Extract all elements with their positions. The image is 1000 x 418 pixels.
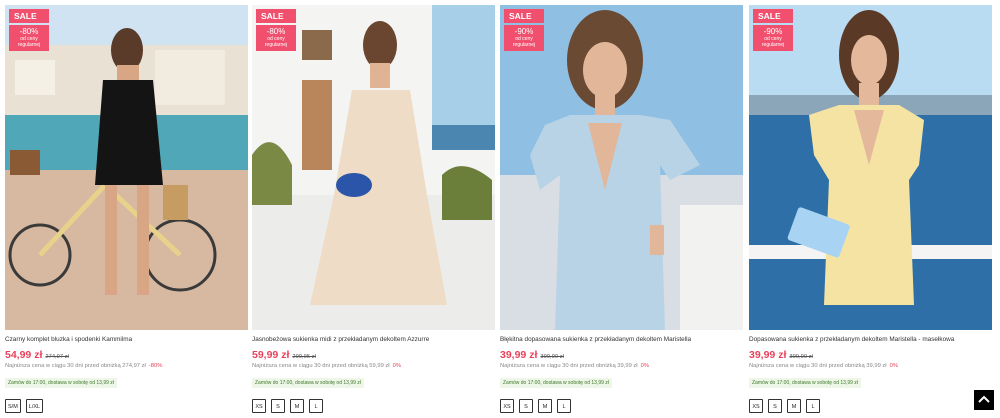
size-options: XS S M L [500, 395, 743, 413]
discount-value: -80% [266, 27, 286, 36]
scroll-to-top-button[interactable] [974, 390, 994, 410]
discount-badge: -90% od ceny regularnej [504, 25, 544, 51]
discount-value: -90% [514, 27, 534, 36]
product-photo[interactable]: SALE -90% od ceny regularnej [749, 5, 992, 330]
product-card[interactable]: SALE -90% od ceny regularnej Błękitna do… [500, 5, 743, 413]
discount-note: od ceny regularnej [264, 36, 288, 48]
sale-badge: SALE [504, 9, 544, 23]
lowest-price-percent: 0% [640, 363, 649, 369]
delivery-badge: Zamów do 17:00, dostawa w sobotę od 13,9… [252, 378, 364, 388]
lowest-price-text: Najniższa cena w ciągu 30 dni przed obni… [500, 363, 638, 369]
product-info: Błękitna dopasowana sukienka z przekłada… [500, 335, 743, 413]
discount-badge: -80% od ceny regularnej [256, 25, 296, 51]
discount-note: od ceny regularnej [512, 36, 536, 48]
size-options: S/M L/XL [5, 395, 248, 413]
chevron-up-icon [978, 395, 990, 403]
product-name[interactable]: Błękitna dopasowana sukienka z przekłada… [500, 335, 743, 344]
price-row: 39,99 zł 399,90 zł [749, 348, 992, 361]
lowest-price-note: Najniższa cena w ciągu 30 dni przed obni… [252, 362, 495, 371]
discount-value: -80% [19, 27, 39, 36]
old-price: 274,97 zł [45, 354, 69, 360]
lowest-price-note: Najniższa cena w ciągu 30 dni przed obni… [749, 362, 992, 371]
product-card[interactable]: SALE -90% od ceny regularnej Dopasowana … [749, 5, 992, 413]
product-grid: SALE -80% od ceny regularnej Czarny komp… [0, 0, 1000, 413]
product-photo[interactable]: SALE -80% od ceny regularnej [5, 5, 248, 330]
lowest-price-text: Najniższa cena w ciągu 30 dni przed obni… [5, 363, 146, 369]
product-name[interactable]: Jasnobeżowa sukienka midi z przekładanym… [252, 335, 495, 344]
product-info: Czarny komplet bluzka i spodenki Kammilm… [5, 335, 248, 413]
sale-badge: SALE [753, 9, 793, 23]
current-price: 54,99 zł [5, 349, 43, 361]
delivery-badge: Zamów do 17:00, dostawa w sobotę od 13,9… [500, 378, 612, 388]
sale-badge: SALE [9, 9, 49, 23]
product-card[interactable]: SALE -80% od ceny regularnej Czarny komp… [5, 5, 248, 413]
price-row: 54,99 zł 274,97 zł [5, 348, 248, 361]
lowest-price-percent: 0% [889, 363, 898, 369]
size-options: XS S M L [252, 395, 495, 413]
lowest-price-text: Najniższa cena w ciągu 30 dni przed obni… [749, 363, 887, 369]
discount-note: od ceny regularnej [761, 36, 785, 48]
product-photo[interactable]: SALE -90% od ceny regularnej [500, 5, 743, 330]
sale-badge: SALE [256, 9, 296, 23]
old-price: 299,95 zł [292, 354, 316, 360]
price-row: 39,99 zł 399,90 zł [500, 348, 743, 361]
product-info: Jasnobeżowa sukienka midi z przekładanym… [252, 335, 495, 413]
price-row: 59,99 zł 299,95 zł [252, 348, 495, 361]
old-price: 399,90 zł [789, 354, 813, 360]
product-photo[interactable]: SALE -80% od ceny regularnej [252, 5, 495, 330]
lowest-price-percent: -80% [148, 363, 163, 369]
product-card[interactable]: SALE -80% od ceny regularnej Jasnobeżowa… [252, 5, 495, 413]
discount-note: od ceny regularnej [17, 36, 41, 48]
old-price: 399,90 zł [540, 354, 564, 360]
lowest-price-note: Najniższa cena w ciągu 30 dni przed obni… [500, 362, 743, 371]
product-info: Dopasowana sukienka z przekładanym dekol… [749, 335, 992, 413]
size-options: XS S M L [749, 395, 992, 413]
current-price: 39,99 zł [500, 349, 538, 361]
product-name[interactable]: Czarny komplet bluzka i spodenki Kammilm… [5, 335, 248, 344]
discount-badge: -90% od ceny regularnej [753, 25, 793, 51]
lowest-price-note: Najniższa cena w ciągu 30 dni przed obni… [5, 362, 248, 371]
lowest-price-text: Najniższa cena w ciągu 30 dni przed obni… [252, 363, 390, 369]
product-name[interactable]: Dopasowana sukienka z przekładanym dekol… [749, 335, 992, 344]
discount-value: -90% [763, 27, 783, 36]
delivery-badge: Zamów do 17:00, dostawa w sobotę od 13,9… [749, 378, 861, 388]
delivery-badge: Zamów do 17:00, dostawa w sobotę od 13,9… [5, 378, 117, 388]
current-price: 59,99 zł [252, 349, 290, 361]
current-price: 39,99 zł [749, 349, 787, 361]
discount-badge: -80% od ceny regularnej [9, 25, 49, 51]
lowest-price-percent: 0% [392, 363, 401, 369]
